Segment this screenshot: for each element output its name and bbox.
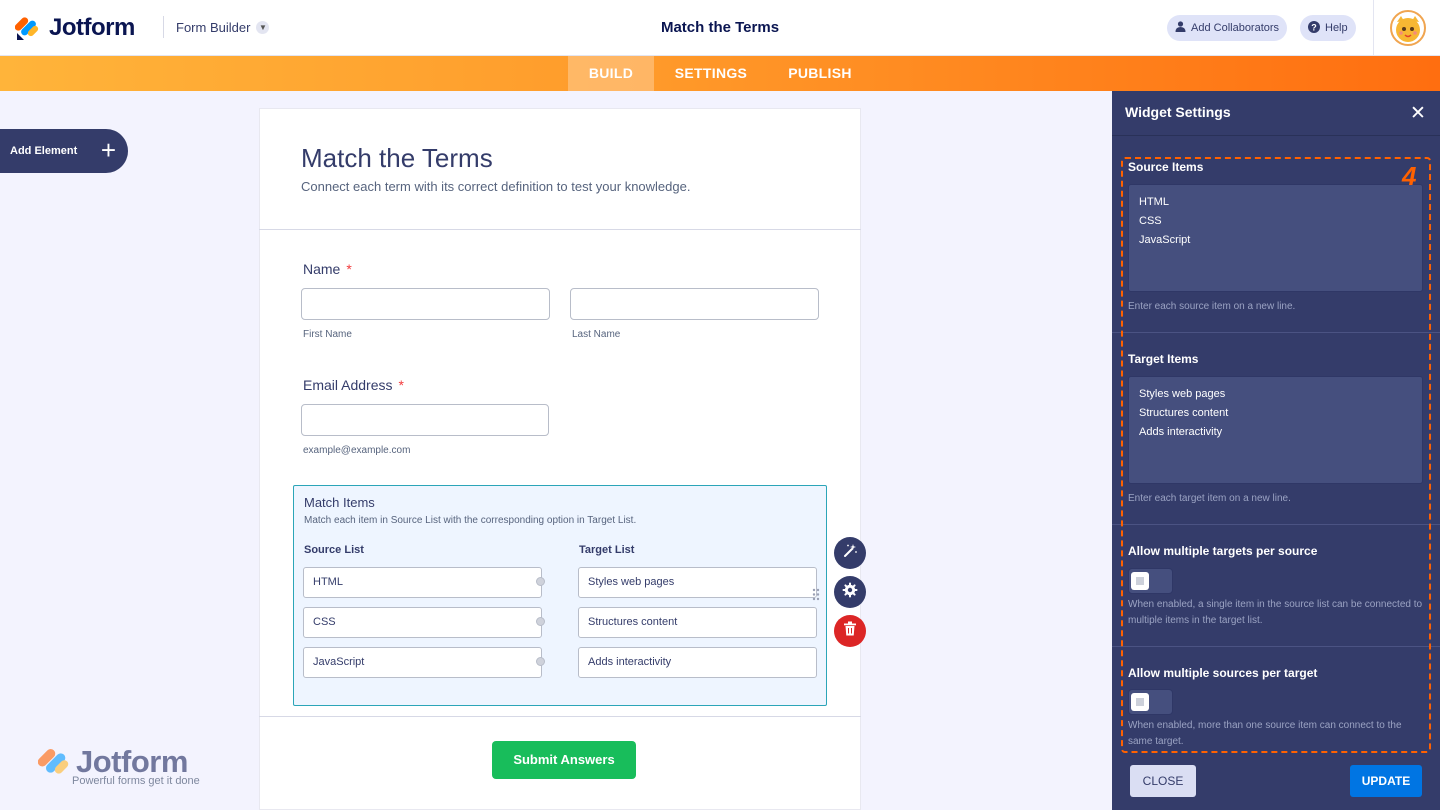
tab-settings[interactable]: SETTINGS	[664, 56, 758, 91]
required-mark: *	[398, 377, 404, 393]
step-badge: 4	[1402, 161, 1417, 191]
email-label[interactable]: Email Address *	[303, 377, 404, 393]
trash-icon	[843, 621, 857, 641]
source-list-header: Source List	[304, 544, 364, 556]
name-label[interactable]: Name *	[303, 261, 352, 277]
magic-wand-icon	[842, 543, 858, 564]
target-item-styles[interactable]: Styles web pages	[578, 567, 817, 598]
drag-handle-icon[interactable]	[812, 588, 820, 606]
widget-description: Match each item in Source List with the …	[304, 515, 637, 526]
source-item-javascript[interactable]: JavaScript	[303, 647, 542, 678]
question-icon: ?	[1308, 20, 1320, 36]
delete-field-button[interactable]	[834, 615, 866, 647]
svg-text:?: ?	[1311, 22, 1317, 32]
first-name-sublabel: First Name	[303, 329, 352, 340]
first-name-input[interactable]	[301, 288, 550, 320]
help-button[interactable]: ? Help	[1300, 15, 1356, 41]
watermark-logo-icon	[37, 746, 72, 785]
source-item-html[interactable]: HTML	[303, 567, 542, 598]
target-item-structures[interactable]: Structures content	[578, 607, 817, 638]
source-item-css[interactable]: CSS	[303, 607, 542, 638]
watermark-tagline: Powerful forms get it done	[72, 775, 200, 787]
submit-divider-line	[259, 716, 861, 717]
avatar[interactable]	[1390, 10, 1426, 46]
email-sublabel: example@example.com	[303, 445, 411, 456]
update-button[interactable]: UPDATE	[1350, 765, 1422, 797]
panel-title: Widget Settings	[1125, 104, 1231, 120]
add-element-button[interactable]: Add Element +	[0, 129, 128, 173]
submit-button[interactable]: Submit Answers	[492, 741, 636, 779]
connector-dot[interactable]	[536, 617, 545, 626]
last-name-sublabel: Last Name	[572, 329, 621, 340]
form-title[interactable]: Match the Terms	[301, 143, 493, 174]
widget-title: Match Items	[304, 495, 375, 510]
help-label: Help	[1325, 22, 1348, 34]
close-icon[interactable]: ✕	[1410, 102, 1426, 125]
plus-icon: +	[100, 135, 116, 165]
top-bar: Jotform Form Builder ▼ Match the Terms A…	[0, 0, 1440, 56]
form-subtitle[interactable]: Connect each term with its correct defin…	[301, 179, 690, 194]
gear-icon	[842, 582, 858, 603]
add-element-label: Add Element	[10, 145, 78, 157]
connector-dot[interactable]	[536, 577, 545, 586]
email-label-text: Email Address	[303, 377, 393, 393]
tab-publish[interactable]: PUBLISH	[778, 56, 862, 91]
avatar-area	[1373, 0, 1440, 56]
target-item-interactivity[interactable]: Adds interactivity	[578, 647, 817, 678]
user-icon	[1175, 21, 1186, 35]
target-list-header: Target List	[579, 544, 635, 556]
last-name-input[interactable]	[570, 288, 819, 320]
magic-wand-button[interactable]	[834, 537, 866, 569]
name-label-text: Name	[303, 261, 341, 277]
header-divider-line	[259, 229, 861, 230]
add-collaborators-label: Add Collaborators	[1191, 22, 1280, 34]
close-button[interactable]: CLOSE	[1130, 765, 1196, 797]
tab-build[interactable]: BUILD	[568, 56, 654, 91]
required-mark: *	[346, 261, 352, 277]
email-input[interactable]	[301, 404, 549, 436]
builder-nav-bar: BUILD SETTINGS PUBLISH	[0, 56, 1440, 91]
connector-dot[interactable]	[536, 657, 545, 666]
highlight-box	[1121, 157, 1431, 753]
add-collaborators-button[interactable]: Add Collaborators	[1167, 15, 1288, 41]
field-settings-button[interactable]	[834, 576, 866, 608]
